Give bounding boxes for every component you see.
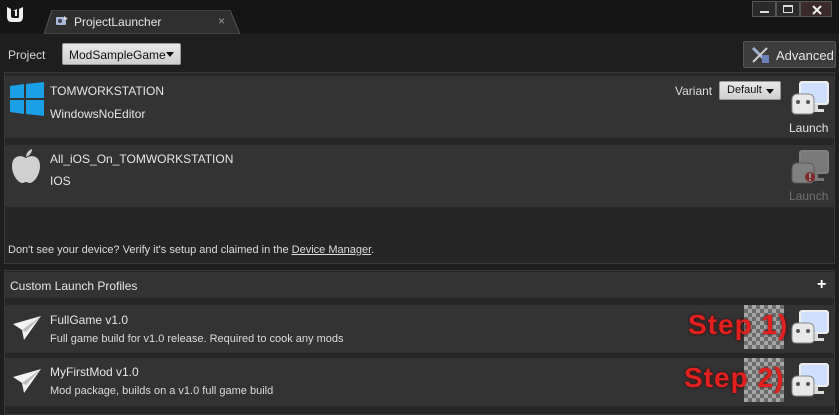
profile-description: Full game build for v1.0 release. Requir… [50, 333, 344, 345]
variant-dropdown[interactable]: Default [719, 81, 781, 100]
device-platform: WindowsNoEditor [50, 107, 146, 121]
launch-label: Launch [789, 189, 829, 203]
paper-plane-icon [13, 369, 41, 393]
launch-button-windows[interactable]: Launch [786, 80, 832, 138]
profile-description: Mod package, builds on a v1.0 full game … [50, 385, 274, 397]
gamepad-monitor-icon[interactable] [790, 309, 830, 347]
step-annotation: Step 2) [684, 362, 785, 393]
chevron-down-icon [166, 52, 174, 57]
variant-label: Variant [675, 84, 713, 98]
chevron-down-icon [766, 89, 774, 94]
launch-button-ios[interactable]: Launch [786, 149, 832, 207]
project-dropdown-value: ModSampleGame [69, 48, 166, 62]
tab-title: ProjectLauncher [74, 15, 162, 29]
windows-icon [10, 82, 44, 116]
minimize-button[interactable] [752, 1, 776, 17]
project-label: Project [8, 48, 46, 62]
maximize-button[interactable] [776, 1, 800, 17]
gamepad-monitor-icon [791, 150, 829, 184]
profile-name: MyFirstMod v1.0 [50, 365, 139, 379]
device-platform: IOS [50, 174, 71, 188]
device-name: TOMWORKSTATION [50, 84, 164, 98]
gamepad-monitor-icon [791, 81, 829, 115]
add-profile-button[interactable]: + [817, 276, 826, 294]
project-dropdown[interactable]: ModSampleGame [62, 43, 181, 65]
project-launcher-icon [56, 16, 68, 25]
unreal-logo-icon [7, 7, 23, 22]
profile-name: FullGame v1.0 [50, 313, 129, 327]
advanced-tools-icon [751, 46, 769, 64]
gamepad-monitor-icon[interactable] [790, 362, 830, 400]
step-annotation: Step 1) [688, 309, 789, 340]
device-help-text: Don't see your device? Verify it's setup… [8, 244, 374, 256]
launch-label: Launch [789, 121, 829, 135]
profiles-title: Custom Launch Profiles [10, 279, 138, 293]
paper-plane-icon [13, 316, 41, 340]
variant-dropdown-value: Default [727, 84, 762, 96]
apple-icon [12, 149, 40, 183]
close-window-button[interactable] [800, 1, 832, 17]
device-name: All_iOS_On_TOMWORKSTATION [50, 152, 234, 166]
help-text-suffix: . [371, 244, 375, 256]
advanced-button-label: Advanced [776, 48, 834, 63]
help-text-prefix: Don't see your device? Verify it's setup… [8, 244, 292, 256]
close-icon [812, 5, 822, 15]
tab-close-button[interactable]: × [218, 14, 225, 28]
device-manager-link[interactable]: Device Manager [292, 244, 372, 256]
